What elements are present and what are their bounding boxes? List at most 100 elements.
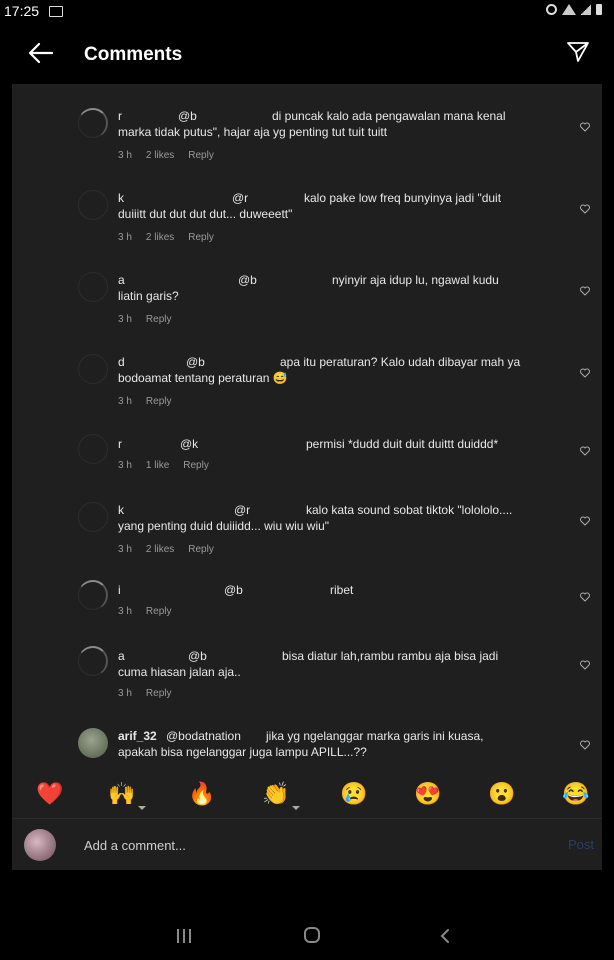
like-heart-icon[interactable]	[580, 368, 590, 378]
avatar[interactable]	[78, 646, 108, 676]
comment-mention[interactable]: @r	[232, 190, 248, 206]
send-icon[interactable]	[566, 40, 590, 64]
reply-button[interactable]: Reply	[146, 396, 172, 407]
avatar[interactable]	[78, 580, 108, 610]
like-heart-icon[interactable]	[580, 660, 590, 670]
comment-username[interactable]: r	[118, 436, 122, 452]
comment-text: apa itu peraturan? Kalo udah dibayar mah…	[280, 355, 521, 369]
wifi-icon	[562, 4, 576, 15]
nav-back-icon[interactable]	[438, 928, 454, 944]
like-heart-icon[interactable]	[580, 286, 590, 296]
comment-mention[interactable]: @r	[234, 502, 250, 518]
reply-button[interactable]: Reply	[183, 460, 209, 471]
like-heart-icon[interactable]	[580, 516, 590, 526]
comment-text: di puncak kalo ada pengawalan mana kenal	[272, 109, 506, 123]
reply-button[interactable]: Reply	[146, 688, 172, 699]
comment-text: ribet	[330, 583, 354, 597]
comment-text: permisi *dudd duit duit duittt duiddd*	[306, 437, 499, 451]
comment-mention[interactable]: @b	[224, 582, 243, 598]
comment-username[interactable]: arif_32	[118, 728, 157, 744]
comment-mention[interactable]: @k	[180, 436, 198, 452]
comment-text: nyinyir aja idup lu, ngawal kudu	[332, 273, 499, 287]
image-notification-icon	[49, 6, 63, 17]
comment-likes[interactable]: 2 likes	[146, 544, 174, 555]
like-heart-icon[interactable]	[580, 740, 590, 750]
comment-item: a @b bisa diatur lah,rambu rambu aja bis…	[12, 644, 602, 714]
emoji-quick-reactions: ❤️ 🙌 🔥 👏 😢 😍 😮 😂	[12, 772, 602, 818]
comment-username[interactable]: k	[118, 502, 124, 518]
comment-username[interactable]: a	[118, 648, 125, 664]
avatar[interactable]	[78, 354, 108, 384]
reply-button[interactable]: Reply	[146, 606, 172, 617]
avatar[interactable]	[78, 434, 108, 464]
comment-time: 3 h	[118, 150, 132, 161]
keyboard-gap	[12, 870, 602, 912]
comment-likes[interactable]: 2 likes	[146, 150, 174, 161]
comment-text-cont: apakah bisa ngelanggar juga lampu APILL.…	[118, 745, 367, 759]
comment-text-cont: marka tidak putus", hajar aja yg penting…	[118, 125, 388, 139]
comment-username[interactable]: k	[118, 190, 124, 206]
page-title: Comments	[84, 44, 183, 65]
comment-mention[interactable]: @b	[178, 108, 197, 124]
laughing-emoji[interactable]: 😂	[562, 782, 589, 806]
comment-item: k @r kalo pake low freq bunyinya jadi "d…	[12, 184, 602, 254]
avatar[interactable]	[78, 502, 108, 532]
like-heart-icon[interactable]	[580, 592, 590, 602]
comment-item: r @k permisi *dudd duit duit duittt duid…	[12, 432, 602, 486]
comment-likes[interactable]: 2 likes	[146, 232, 174, 243]
fire-emoji[interactable]: 🔥	[188, 782, 215, 806]
comment-composer: Post	[12, 818, 602, 871]
avatar[interactable]	[78, 190, 108, 220]
post-button[interactable]: Post	[568, 837, 594, 852]
avatar[interactable]	[78, 272, 108, 302]
crying-emoji[interactable]: 😢	[340, 782, 367, 806]
comment-text: bisa diatur lah,rambu rambu aja bisa jad…	[282, 649, 499, 663]
comment-text: jika yg ngelanggar marka garis ini kuasa…	[266, 729, 484, 743]
comment-username[interactable]: i	[118, 582, 121, 598]
avatar[interactable]	[78, 108, 108, 138]
comment-text-cont: duiiitt dut dut dut dut... duweeett"	[118, 207, 293, 221]
comment-item: r @b di puncak kalo ada pengawalan mana …	[12, 102, 602, 172]
comment-mention[interactable]: @b	[238, 272, 257, 288]
comment-time: 3 h	[118, 606, 132, 617]
comments-list[interactable]: r @b di puncak kalo ada pengawalan mana …	[12, 84, 602, 772]
heart-emoji[interactable]: ❤️	[36, 782, 63, 806]
comment-likes[interactable]: 1 like	[146, 460, 169, 471]
comment-mention[interactable]: @b	[186, 354, 205, 370]
comment-text: kalo kata sound sobat tiktok "lolololo..…	[306, 503, 513, 517]
like-heart-icon[interactable]	[580, 122, 590, 132]
home-icon[interactable]	[304, 927, 320, 943]
comment-time: 3 h	[118, 232, 132, 243]
reply-button[interactable]: Reply	[146, 314, 172, 325]
raised-hands-emoji[interactable]: 🙌	[108, 782, 135, 806]
comment-mention[interactable]: @bodatnation	[166, 728, 241, 744]
comment-text-cont: bodoamat tentang peraturan 😅	[118, 371, 288, 385]
skin-tone-indicator-icon	[138, 806, 146, 810]
comment-time: 3 h	[118, 460, 132, 471]
recent-apps-icon[interactable]	[177, 929, 191, 943]
system-nav-bar	[12, 912, 602, 960]
comment-item: arif_32 @bodatnation jika yg ngelanggar …	[12, 724, 602, 772]
surprised-emoji[interactable]: 😮	[488, 782, 515, 806]
like-heart-icon[interactable]	[580, 446, 590, 456]
comment-item: i @b ribet 3 h Reply	[12, 578, 602, 632]
clapping-emoji[interactable]: 👏	[262, 782, 289, 806]
back-arrow-icon[interactable]	[28, 42, 54, 64]
reply-button[interactable]: Reply	[188, 544, 214, 555]
comment-item: d @b apa itu peraturan? Kalo udah dibaya…	[12, 348, 602, 418]
reply-button[interactable]: Reply	[188, 232, 214, 243]
comment-text-cont: liatin garis?	[118, 289, 179, 303]
reply-button[interactable]: Reply	[188, 150, 214, 161]
comment-item: k @r kalo kata sound sobat tiktok "lolol…	[12, 496, 602, 566]
comment-username[interactable]: d	[118, 354, 125, 370]
like-heart-icon[interactable]	[580, 204, 590, 214]
comment-username[interactable]: r	[118, 108, 122, 124]
alarm-icon	[546, 4, 557, 15]
avatar[interactable]	[78, 728, 108, 758]
comment-input[interactable]	[82, 832, 526, 858]
heart-eyes-emoji[interactable]: 😍	[414, 782, 441, 806]
comment-username[interactable]: a	[118, 272, 125, 288]
comment-mention[interactable]: @b	[188, 648, 207, 664]
comment-time: 3 h	[118, 314, 132, 325]
skin-tone-indicator-icon	[292, 806, 300, 810]
